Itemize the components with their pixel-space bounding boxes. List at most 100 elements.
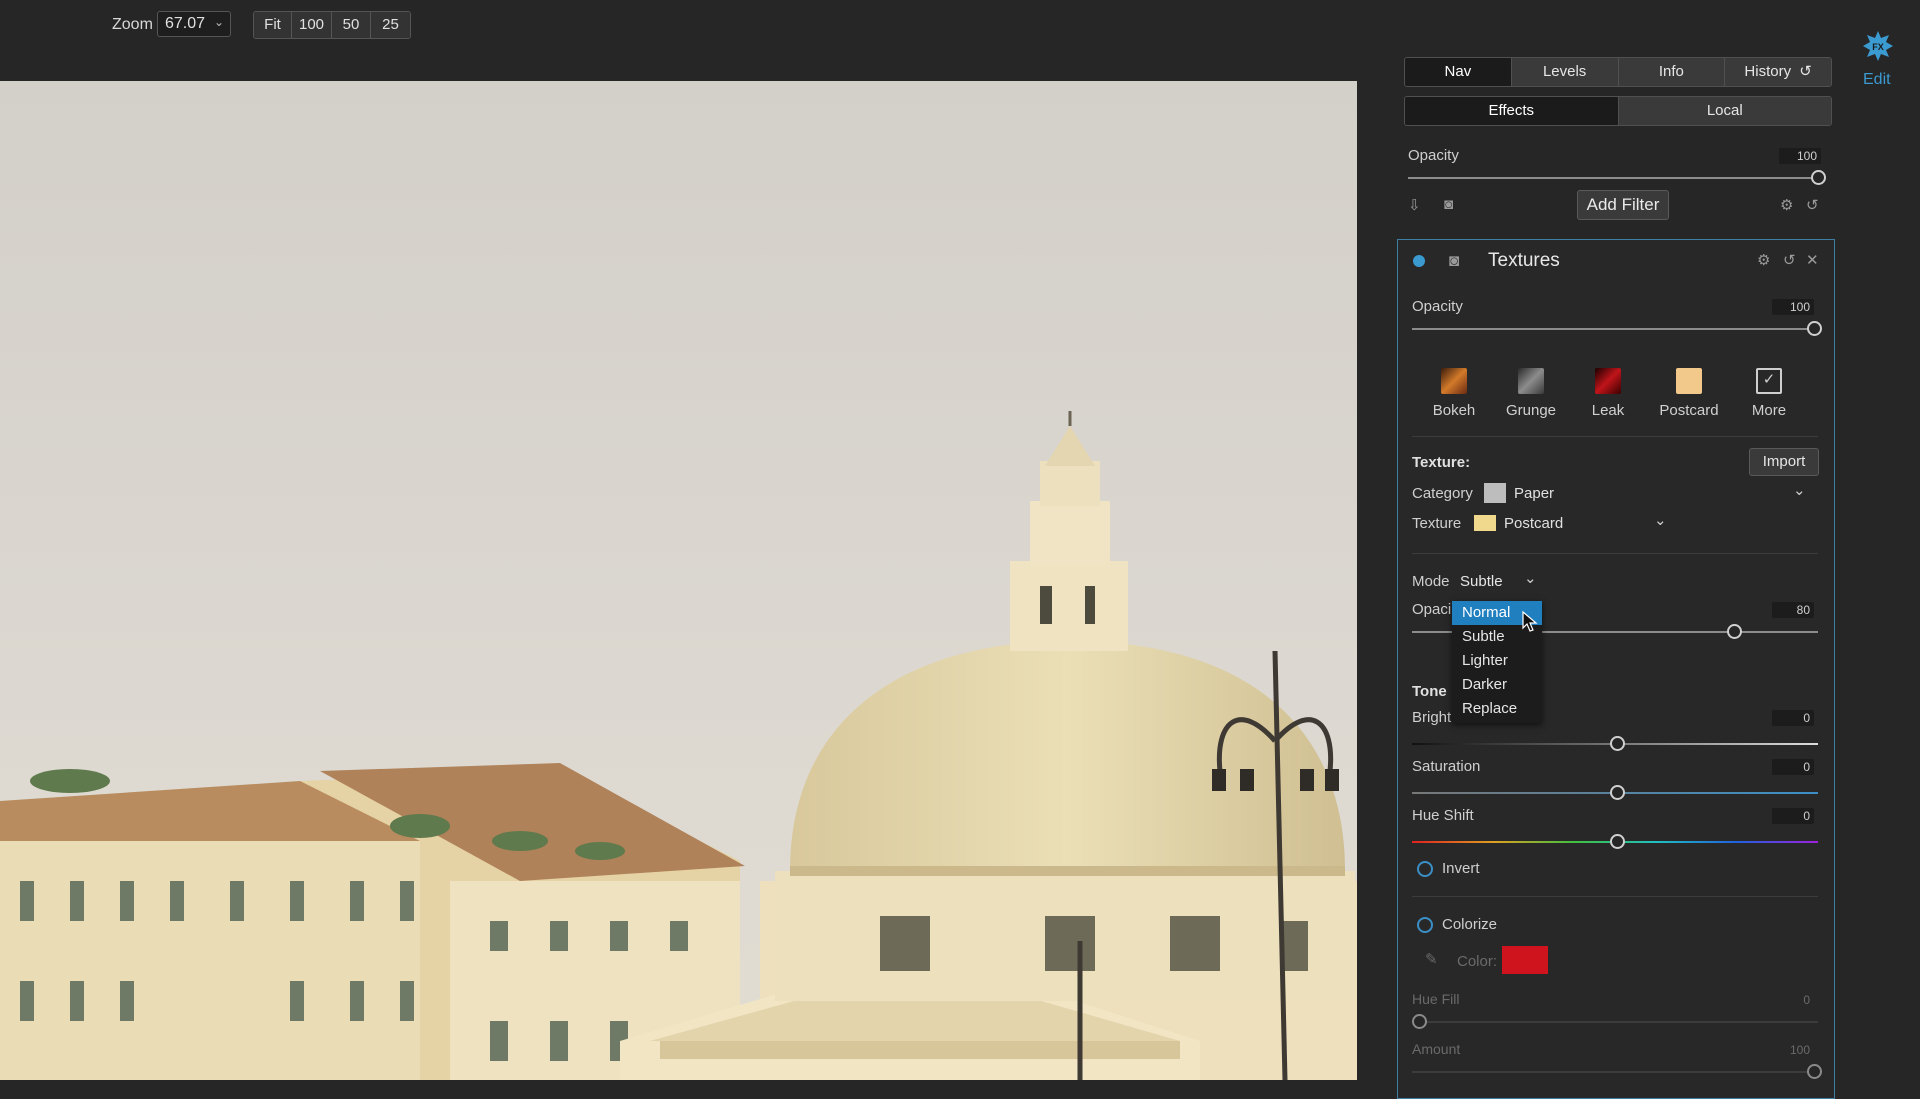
preset-postcard-label[interactable]: Postcard [1649,402,1729,419]
zoom-value: 67.07 [165,15,205,32]
top-toolbar: Zoom 67.07 ⌄ Fit 100 50 25 [0,0,1920,52]
eyedropper-icon: ✎ [1425,950,1438,968]
mode-label: Mode [1412,573,1450,590]
mask-icon[interactable]: ◙ [1444,196,1453,213]
mode-select-value[interactable]: Subtle [1460,573,1503,590]
zoom-select[interactable]: 67.07 ⌄ [157,11,231,37]
amount-label: Amount [1412,1041,1460,1057]
category-swatch [1484,483,1506,503]
grunge-thumbnail[interactable] [1518,368,1544,394]
color-label: Color: [1457,953,1497,970]
tab-history[interactable]: History ↺ [1725,58,1831,86]
right-panel: Nav Levels Info History ↺ Effects Local … [1396,52,1836,1080]
photo-canvas[interactable] [0,81,1357,1080]
edit-module-label[interactable]: Edit [1863,71,1891,89]
hue-fill-value: 0 [1772,992,1814,1008]
texture-value[interactable]: Postcard [1504,515,1563,532]
divider [1412,553,1818,554]
tab-local[interactable]: Local [1619,97,1832,125]
tone-section-label: Tone [1412,683,1447,700]
tab-levels[interactable]: Levels [1512,58,1619,86]
saturation-value[interactable]: 0 [1772,759,1814,775]
divider [1412,436,1818,437]
zoom-label: Zoom [112,16,153,34]
settings-gear-icon[interactable]: ⚙ [1757,251,1770,269]
hue-shift-label: Hue Shift [1412,807,1474,824]
hue-fill-track [1412,1021,1818,1023]
category-value[interactable]: Paper [1514,485,1554,502]
postcard-thumbnail[interactable] [1676,368,1702,394]
tab-nav[interactable]: Nav [1405,58,1512,86]
category-label: Category [1412,485,1473,502]
preset-grunge-label[interactable]: Grunge [1491,402,1571,419]
layer-opacity-track[interactable] [1408,177,1820,179]
chevron-down-icon[interactable]: ⌄ [1654,511,1667,529]
panel-tab-bar: Nav Levels Info History ↺ [1404,57,1832,87]
texture-opacity-value[interactable]: 80 [1772,602,1814,618]
filter-opacity-slider-handle[interactable] [1807,321,1822,336]
zoom-50-button[interactable]: 50 [332,12,371,38]
layer-opacity-slider-handle[interactable] [1811,170,1826,185]
texture-label: Texture [1412,515,1461,532]
textures-filter-card: ◙ Textures ⚙ ↺ ✕ Opacity 100 Bokeh Grung… [1397,239,1835,1099]
hue-fill-label: Hue Fill [1412,991,1459,1007]
brightness-slider-handle[interactable] [1610,736,1625,751]
saturation-label: Saturation [1412,758,1480,775]
fx-edit-icon[interactable]: FX [1862,30,1894,62]
zoom-fit-button[interactable]: Fit [254,12,292,38]
reset-icon[interactable]: ↺ [1806,196,1819,214]
settings-gear-icon[interactable]: ⚙ [1780,196,1793,214]
color-swatch [1502,946,1548,974]
preset-leak-label[interactable]: Leak [1568,402,1648,419]
hue-shift-value[interactable]: 0 [1772,808,1814,824]
layer-opacity-label: Opacity [1408,147,1459,164]
brightness-value[interactable]: 0 [1772,710,1814,726]
photo-image [0,81,1357,1080]
more-icon[interactable]: ✓ [1756,368,1782,394]
colorize-checkbox[interactable] [1417,917,1433,933]
zoom-100-button[interactable]: 100 [292,12,332,38]
mode-option-darker[interactable]: Darker [1452,673,1542,697]
chevron-down-icon[interactable]: ⌄ [1524,569,1537,587]
invert-label: Invert [1442,860,1480,877]
history-undo-icon: ↺ [1799,63,1812,80]
layer-opacity-value[interactable]: 100 [1779,148,1821,164]
bokeh-thumbnail[interactable] [1441,368,1467,394]
filter-enabled-dot[interactable] [1413,255,1425,267]
filter-title: Textures [1488,250,1560,272]
amount-track [1412,1071,1818,1073]
zoom-25-button[interactable]: 25 [371,12,410,38]
mouse-cursor-icon [1522,611,1538,633]
preset-bokeh-label[interactable]: Bokeh [1414,402,1494,419]
texture-section-label: Texture: [1412,454,1470,471]
import-button[interactable]: Import [1749,448,1819,476]
mode-option-replace[interactable]: Replace [1452,697,1542,721]
saturation-slider-handle[interactable] [1610,785,1625,800]
chevron-down-icon[interactable]: ⌄ [1793,481,1806,499]
texture-opacity-slider-handle[interactable] [1727,624,1742,639]
hue-fill-slider-handle [1412,1014,1427,1029]
invert-checkbox[interactable] [1417,861,1433,877]
preset-more-label[interactable]: More [1729,402,1809,419]
tab-info[interactable]: Info [1619,58,1726,86]
colorize-label: Colorize [1442,916,1497,933]
filter-opacity-value[interactable]: 100 [1772,299,1814,315]
amount-value: 100 [1772,1042,1814,1058]
tab-history-label: History [1744,63,1791,80]
mode-option-lighter[interactable]: Lighter [1452,649,1542,673]
import-layer-icon[interactable]: ⇩ [1408,196,1421,214]
hue-shift-slider-handle[interactable] [1610,834,1625,849]
chevron-down-icon: ⌄ [214,15,224,29]
filter-opacity-label: Opacity [1412,298,1463,315]
leak-thumbnail[interactable] [1595,368,1621,394]
add-filter-button[interactable]: Add Filter [1577,190,1669,220]
filter-opacity-track[interactable] [1412,328,1816,330]
reset-icon[interactable]: ↺ [1783,251,1796,269]
divider [1412,896,1818,897]
tab-effects[interactable]: Effects [1405,97,1619,125]
amount-slider-handle [1807,1064,1822,1079]
mode-tab-bar: Effects Local [1404,96,1832,126]
svg-text:FX: FX [1872,42,1884,52]
mask-icon[interactable]: ◙ [1449,251,1459,271]
close-icon[interactable]: ✕ [1806,251,1819,269]
